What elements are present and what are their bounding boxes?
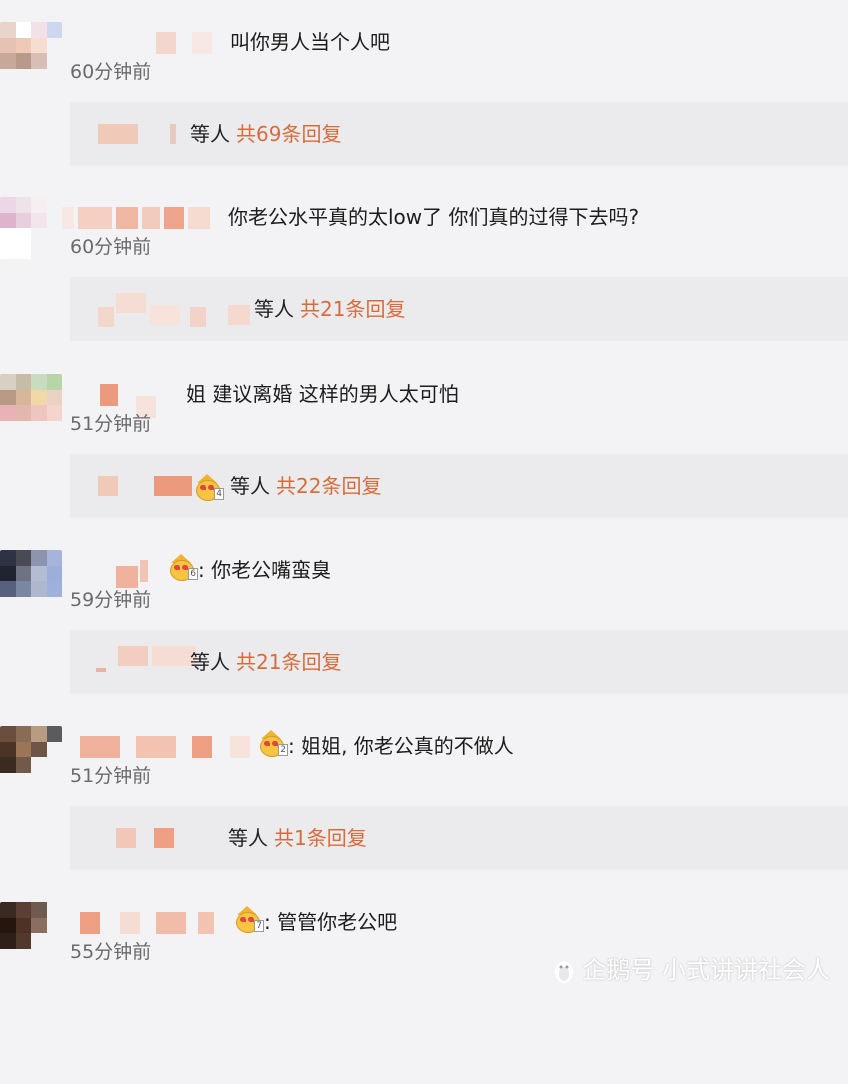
reply-text[interactable]: 等人 共69条回复 [190,120,341,148]
heart-icon [240,917,246,922]
reply-summary[interactable]: 等人 共21条回复 [70,630,848,694]
comment-item: 6 : 你老公嘴蛮臭 59分钟前 等人 共21条回复 [0,550,848,732]
fan-badge-icon: 6 [168,554,198,581]
heart-icon [248,917,254,922]
watermark-text: 企鹅号 小式讲讲社会人 [582,956,830,984]
reply-prefix: 等人 [254,297,294,321]
reply-count[interactable]: 共22条回复 [276,474,381,498]
comment-text: 你老公水平真的太low了 你们真的过得下去吗? [228,205,640,229]
comment-time: 60分钟前 [70,61,152,83]
reply-text[interactable]: 等人 共22条回复 [230,472,381,500]
username-blurred[interactable] [80,912,230,936]
reply-summary[interactable]: 等人 共21条回复 [70,277,848,341]
reply-count[interactable]: 共21条回复 [300,297,405,321]
heart-icon [200,485,206,490]
username-blurred[interactable] [80,736,262,760]
fan-badge-icon: 2 [258,730,288,757]
avatar[interactable] [0,550,62,612]
watermark: 企鹅号 小式讲讲社会人 [552,950,830,985]
comment-time: 51分钟前 [70,413,152,435]
username-blurred[interactable] [150,32,220,56]
fan-badge-icon: 7 [234,906,264,933]
comment-item: 2 : 姐姐, 你老公真的不做人 51分钟前 等人 共1条回复 [0,726,848,908]
avatar[interactable] [0,22,62,84]
reply-usernames-blurred [98,124,188,146]
fan-badge-icon: 4 [194,474,224,501]
comment-item: 你老公水平真的太low了 你们真的过得下去吗? 60分钟前 等人 共21条回复 [0,197,848,379]
comment-time: 60分钟前 [70,236,152,258]
reply-usernames-blurred [98,293,258,327]
username-blurred[interactable] [62,207,217,231]
comment-item: 叫你男人当个人吧 60分钟前 等人 共69条回复 [0,22,848,204]
reply-text[interactable]: 等人 共1条回复 [228,824,367,852]
badge-level: 7 [254,920,264,932]
heart-icon [264,741,270,746]
heart-icon [272,741,278,746]
comment-item: 7 : 管管你老公吧 55分钟前 [0,902,848,1084]
reply-text[interactable]: 等人 共21条回复 [190,648,341,676]
comment-time: 55分钟前 [70,941,152,963]
reply-prefix: 等人 [190,122,230,146]
badge-level: 6 [188,568,198,580]
reply-summary[interactable]: 4 等人 共22条回复 [70,454,848,518]
username-blurred[interactable] [100,384,160,418]
reply-summary[interactable]: 等人 共69条回复 [70,102,848,166]
avatar[interactable] [0,726,62,788]
username-blurred[interactable] [116,560,166,588]
reply-count[interactable]: 共21条回复 [236,650,341,674]
reply-count[interactable]: 共69条回复 [236,122,341,146]
heart-icon [208,485,214,490]
avatar[interactable] [0,197,62,259]
comment-text: : 你老公嘴蛮臭 [198,558,332,582]
comment-time: 51分钟前 [70,765,152,787]
reply-summary[interactable]: 等人 共1条回复 [70,806,848,870]
reply-prefix: 等人 [228,826,268,850]
badge-level: 4 [214,488,224,500]
reply-count[interactable]: 共1条回复 [274,826,367,850]
badge-level: 2 [278,744,288,756]
comment-text: : 姐姐, 你老公真的不做人 [288,734,514,758]
reply-prefix: 等人 [190,650,230,674]
comment-text: 姐 建议离婚 这样的男人太可怕 [186,382,459,406]
penguin-icon [552,958,576,984]
avatar[interactable] [0,902,62,964]
reply-usernames-blurred [116,828,216,850]
heart-icon [174,565,180,570]
heart-icon [182,565,188,570]
reply-prefix: 等人 [230,474,270,498]
comment-text: 叫你男人当个人吧 [230,30,390,54]
comment-item: 姐 建议离婚 这样的男人太可怕 51分钟前 4 等人 共22条回复 [0,374,848,556]
avatar[interactable] [0,374,62,436]
reply-usernames-blurred [98,476,198,498]
reply-usernames-blurred [94,646,196,672]
comment-time: 59分钟前 [70,589,152,611]
reply-text[interactable]: 等人 共21条回复 [254,295,405,323]
comment-text: : 管管你老公吧 [264,910,398,934]
